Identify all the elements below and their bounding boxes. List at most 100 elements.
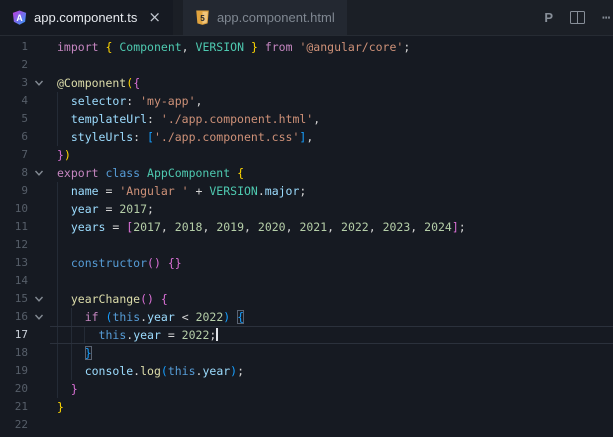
- editor-tab-bar: A app.component.ts × 5 app.component.htm…: [0, 0, 613, 36]
- indent-guide: [57, 182, 58, 200]
- fold-gutter: [28, 272, 50, 290]
- code-line-2[interactable]: 2: [0, 56, 613, 74]
- line-number: 21: [14, 400, 28, 413]
- tab-app-component-html[interactable]: 5 app.component.html: [182, 0, 347, 35]
- line-number: 11: [14, 220, 28, 233]
- line-number: 15: [14, 292, 28, 305]
- code-text: constructor() {}: [50, 254, 613, 272]
- line-number: 9: [21, 184, 28, 197]
- fold-gutter: [28, 200, 50, 218]
- code-text: if (this.year < 2022) {: [50, 308, 613, 326]
- fold-gutter: [28, 398, 50, 416]
- indent-guide: [70, 326, 72, 344]
- line-number: 1: [21, 40, 28, 53]
- code-line-15[interactable]: 15 yearChange() {: [0, 290, 613, 308]
- close-icon[interactable]: ×: [144, 10, 161, 25]
- code-area: 1 import { Component, VERSION } from '@an…: [0, 38, 613, 434]
- line-number: 10: [14, 202, 28, 215]
- tab-label: app.component.ts: [34, 10, 138, 25]
- tab-app-component-ts[interactable]: A app.component.ts ×: [0, 0, 173, 35]
- prettier-format-icon[interactable]: P: [544, 10, 553, 25]
- code-line-12[interactable]: 12: [0, 236, 613, 254]
- tab-label: app.component.html: [216, 10, 335, 25]
- code-text: }: [50, 380, 613, 398]
- fold-chevron-icon[interactable]: [28, 74, 50, 92]
- code-text: styleUrls: ['./app.component.css'],: [50, 128, 613, 146]
- indent-guide: [57, 218, 58, 236]
- code-line-8[interactable]: 8 export class AppComponent {: [0, 164, 613, 182]
- line-number: 19: [14, 364, 28, 377]
- code-line-16[interactable]: 16 if (this.year < 2022) {: [0, 308, 613, 326]
- split-editor-icon[interactable]: [570, 11, 585, 24]
- indent-guide: [57, 200, 58, 218]
- fold-gutter: [28, 236, 50, 254]
- line-number: 18: [14, 346, 28, 359]
- code-line-11[interactable]: 11 years = [2017, 2018, 2019, 2020, 2021…: [0, 218, 613, 236]
- code-line-4[interactable]: 4 selector: 'my-app',: [0, 92, 613, 110]
- code-line-6[interactable]: 6 styleUrls: ['./app.component.css'],: [0, 128, 613, 146]
- code-line-5[interactable]: 5 templateUrl: './app.component.html',: [0, 110, 613, 128]
- fold-gutter: [28, 380, 50, 398]
- code-text: console.log(this.year);: [50, 362, 613, 380]
- fold-gutter: [28, 56, 50, 74]
- indent-guide: [70, 308, 72, 326]
- code-line-21[interactable]: 21}: [0, 398, 613, 416]
- fold-chevron-icon[interactable]: [28, 164, 50, 182]
- line-number: 16: [14, 310, 28, 323]
- code-line-13[interactable]: 13 constructor() {}: [0, 254, 613, 272]
- fold-chevron-icon[interactable]: [28, 290, 50, 308]
- code-line-14[interactable]: 14: [0, 272, 613, 290]
- code-text: }: [50, 344, 613, 362]
- angular-icon: A: [12, 10, 27, 25]
- fold-gutter: [28, 344, 50, 362]
- indent-guide: [57, 290, 58, 308]
- code-text: yearChange() {: [50, 290, 613, 308]
- code-line-7[interactable]: 7}): [0, 146, 613, 164]
- line-number: 12: [14, 238, 28, 251]
- code-line-10[interactable]: 10 year = 2017;: [0, 200, 613, 218]
- code-line-17[interactable]: 17 this.year = 2022;: [0, 326, 613, 344]
- fold-gutter: [28, 38, 50, 56]
- text-cursor: [216, 328, 219, 341]
- indent-guide: [57, 344, 58, 362]
- line-number: 22: [14, 418, 28, 431]
- fold-chevron-icon[interactable]: [28, 308, 50, 326]
- indent-guide: [57, 110, 58, 128]
- indent-guide: [57, 272, 58, 290]
- code-editor[interactable]: 1 import { Component, VERSION } from '@an…: [0, 36, 613, 434]
- code-line-20[interactable]: 20 }: [0, 380, 613, 398]
- code-text: }): [57, 148, 71, 162]
- indent-guide: [57, 362, 58, 380]
- line-number: 2: [21, 58, 28, 71]
- indent-guide: [70, 344, 72, 362]
- code-text: name = 'Angular ' + VERSION.major;: [50, 182, 613, 200]
- svg-text:5: 5: [200, 14, 205, 23]
- line-number: 20: [14, 382, 28, 395]
- code-line-1[interactable]: 1 import { Component, VERSION } from '@an…: [0, 38, 613, 56]
- fold-gutter: [28, 92, 50, 110]
- code-line-19[interactable]: 19 console.log(this.year);: [0, 362, 613, 380]
- code-line-22[interactable]: 22: [0, 416, 613, 434]
- line-number: 6: [21, 130, 28, 143]
- indent-guide: [57, 308, 58, 326]
- fold-gutter: [28, 146, 50, 164]
- indent-guide: [57, 236, 58, 254]
- code-text: @Component({: [57, 76, 141, 90]
- indent-guide: [84, 326, 85, 344]
- line-number: 4: [21, 94, 28, 107]
- fold-gutter: [28, 182, 50, 200]
- fold-gutter: [28, 128, 50, 146]
- code-text: this.year = 2022;: [50, 326, 613, 344]
- more-actions-icon[interactable]: ⋯: [602, 10, 611, 26]
- indent-guide: [70, 362, 72, 380]
- indent-guide: [57, 254, 58, 272]
- code-text: selector: 'my-app',: [50, 92, 613, 110]
- code-line-3[interactable]: 3 @Component({: [0, 74, 613, 92]
- code-line-9[interactable]: 9 name = 'Angular ' + VERSION.major;: [0, 182, 613, 200]
- line-number: 5: [21, 112, 28, 125]
- code-text: year = 2017;: [50, 200, 613, 218]
- indent-guide: [57, 92, 58, 110]
- code-line-18[interactable]: 18 }: [0, 344, 613, 362]
